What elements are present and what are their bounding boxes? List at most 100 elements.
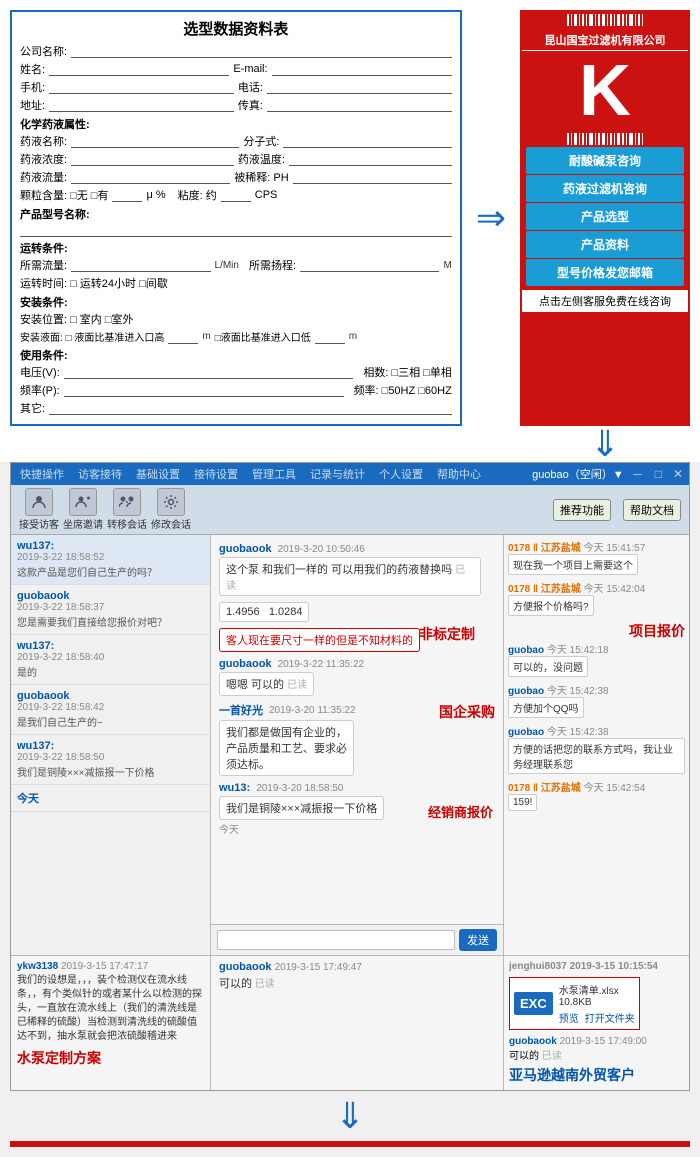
bottom-left-header: ykw3138 2019-3-15 17:47:17: [17, 961, 204, 972]
right-sender-2: 0178 ‖ 江苏盐城: [508, 584, 581, 595]
session-msg: 这款产品是您们自己生产的吗？: [17, 564, 204, 579]
chat-section: 快捷操作 访客接待 基础设置 接待设置 管理工具 记录与统计 个人设置 帮助中心…: [10, 462, 690, 1091]
topbar-close[interactable]: ✕: [673, 467, 683, 481]
barcode-line: [635, 14, 636, 26]
toolbar-invite-icon[interactable]: [69, 488, 97, 516]
topbar-basic[interactable]: 基础设置: [133, 465, 183, 483]
barcode-line: [598, 14, 600, 26]
conc-input[interactable]: [71, 152, 234, 166]
ph-input[interactable]: [293, 170, 452, 184]
send-button[interactable]: 发送: [459, 929, 497, 951]
right-time-6: 今天 15:42:54: [584, 783, 646, 794]
chat-messages: guobaook 2019-3-20 10:50:46 这个泵 和我们一样的 可…: [211, 535, 503, 924]
topbar-quick[interactable]: 快捷操作: [17, 465, 67, 483]
formula-input[interactable]: [283, 134, 451, 148]
right-msg-2: 0178 ‖ 江苏盐城 今天 15:42:04 方便报个价格吗?: [508, 580, 685, 616]
menu-acid-pump[interactable]: 耐酸碱泵咨询: [526, 147, 684, 174]
chem-name-input[interactable]: [71, 134, 239, 148]
barcode-line: [574, 14, 577, 26]
file-open-folder-btn[interactable]: 打开文件夹: [585, 1010, 635, 1025]
mobile-phone-row: 手机: 电话:: [20, 79, 452, 95]
session-item-wu137-3[interactable]: wu137: 2019-3-22 18:58:50 我们是铜陵×××减振报一下价…: [11, 735, 210, 785]
toolbar-help-doc-btn[interactable]: 帮助文档: [623, 499, 681, 521]
company-card: 昆山国宝过滤机有限公司 K 耐酸碱泵咨询 药液过: [520, 10, 690, 426]
topbar-user[interactable]: guobao（空闲）▼: [532, 466, 624, 482]
flow-label: 药液流量:: [20, 169, 67, 185]
topbar-manage[interactable]: 管理工具: [249, 465, 299, 483]
freq-input[interactable]: [64, 383, 344, 397]
menu-product-info[interactable]: 产品资料: [526, 231, 684, 258]
hz-label: 频率: □50HZ □60HZ: [354, 382, 452, 398]
barcode-bottom: [563, 131, 647, 147]
barcode-line: [574, 133, 577, 145]
req-head-input[interactable]: [300, 258, 439, 272]
barcode-line: [582, 133, 584, 145]
chat-input-field[interactable]: [217, 930, 455, 950]
session-item-wu137-1[interactable]: wu137: 2019-3-22 18:58:52 这款产品是您们自己生产的吗？: [11, 535, 210, 585]
toolbar-transfer-icon[interactable]: [113, 488, 141, 516]
file-preview-btn[interactable]: 预览: [559, 1010, 579, 1025]
barcode-line: [617, 133, 620, 145]
bottom-right-status: 可以的 已读: [509, 1047, 684, 1062]
msg-time: 2019-3-20 10:50:46: [278, 544, 365, 555]
topbar-minimize[interactable]: －: [632, 466, 644, 483]
chat-bottom-right: jenghui8037 2019-3-15 10:15:54 EXC 水泵清单.…: [504, 956, 689, 1090]
barcode-line: [571, 14, 572, 26]
project-quote-container: 0178 ‖ 江苏盐城 今天 15:41:57 现在我一个项目上需要这个 017…: [508, 539, 685, 811]
freq-row: 频率(P): 频率: □50HZ □60HZ: [20, 382, 452, 398]
company-logo: K: [522, 51, 688, 131]
chem-section-title: 化学药液属性:: [20, 116, 452, 132]
chat-bottom-row: ykw3138 2019-3-15 17:47:17 我们的设想是，，，装个检测…: [11, 955, 689, 1090]
company-name-row: 公司名称:: [20, 43, 452, 59]
topbar-stats[interactable]: 记录与统计: [307, 465, 368, 483]
req-flow-label: 所需流量:: [20, 257, 67, 273]
high-input[interactable]: [168, 330, 198, 344]
toolbar-accept-icon[interactable]: [25, 488, 53, 516]
fax-input[interactable]: [267, 98, 452, 112]
req-flow-input[interactable]: [71, 258, 210, 272]
barcode-line: [622, 14, 624, 26]
email-label: E-mail:: [233, 63, 267, 75]
msg-bubble-values: 1.4956 1.0284: [219, 602, 309, 622]
product-input[interactable]: [20, 223, 452, 237]
topbar-visitor[interactable]: 访客接待: [75, 465, 125, 483]
phone-input[interactable]: [267, 80, 452, 94]
bottom-right-name: guobaook: [509, 1036, 557, 1047]
company-input[interactable]: [71, 44, 452, 58]
session-item-guobaook-1[interactable]: guobaook 2019-3-22 18:58:37 您是需要我们直接给您报价…: [11, 585, 210, 635]
name-input[interactable]: [49, 62, 229, 76]
menu-product-selection[interactable]: 产品选型: [526, 203, 684, 230]
conc-label: 药液浓度:: [20, 151, 67, 167]
address-input[interactable]: [49, 98, 234, 112]
msg-name: 一首好光: [219, 702, 263, 718]
right-msg-5: guobao 今天 15:42:38 方便的话把您的联系方式吗，我让业务经理联系…: [508, 723, 685, 774]
menu-filter[interactable]: 药液过滤机咨询: [526, 175, 684, 202]
topbar-personal[interactable]: 个人设置: [376, 465, 426, 483]
name-email-row: 姓名: E-mail:: [20, 61, 452, 77]
particle-input[interactable]: [112, 188, 142, 202]
session-name: guobaook: [17, 690, 204, 702]
temp-input[interactable]: [289, 152, 452, 166]
menu-price-email[interactable]: 型号价格发您邮箱: [526, 259, 684, 286]
other-input[interactable]: [49, 401, 452, 415]
toolbar-settings-icon[interactable]: [157, 488, 185, 516]
session-item-guobaook-2[interactable]: guobaook 2019-3-22 18:58:42 是我们自己生产的~: [11, 685, 210, 735]
topbar-maximize[interactable]: □: [655, 467, 662, 481]
msg-time: 2019-3-20 11:35:22: [269, 705, 356, 716]
email-input[interactable]: [272, 62, 452, 76]
topbar-reception[interactable]: 接待设置: [191, 465, 241, 483]
topbar-help[interactable]: 帮助中心: [434, 465, 484, 483]
toolbar-recommend-btn[interactable]: 推荐功能: [553, 499, 611, 521]
voltage-input[interactable]: [64, 365, 354, 379]
barcode-line: [595, 133, 596, 145]
viscosity-input[interactable]: [221, 188, 251, 202]
session-item-wu137-2[interactable]: wu137: 2019-3-22 18:58:40 是的: [11, 635, 210, 685]
flow-input[interactable]: [71, 170, 230, 184]
mobile-input[interactable]: [49, 80, 234, 94]
phase-label: 相数: □三相 □单相: [363, 364, 451, 380]
right-sender-3: guobao: [508, 645, 544, 656]
barcode-line: [579, 14, 580, 26]
low-input[interactable]: [315, 330, 345, 344]
pump-solution-annotation-container: 水泵定制方案: [17, 1048, 204, 1068]
session-item-today[interactable]: 今天: [11, 785, 210, 812]
